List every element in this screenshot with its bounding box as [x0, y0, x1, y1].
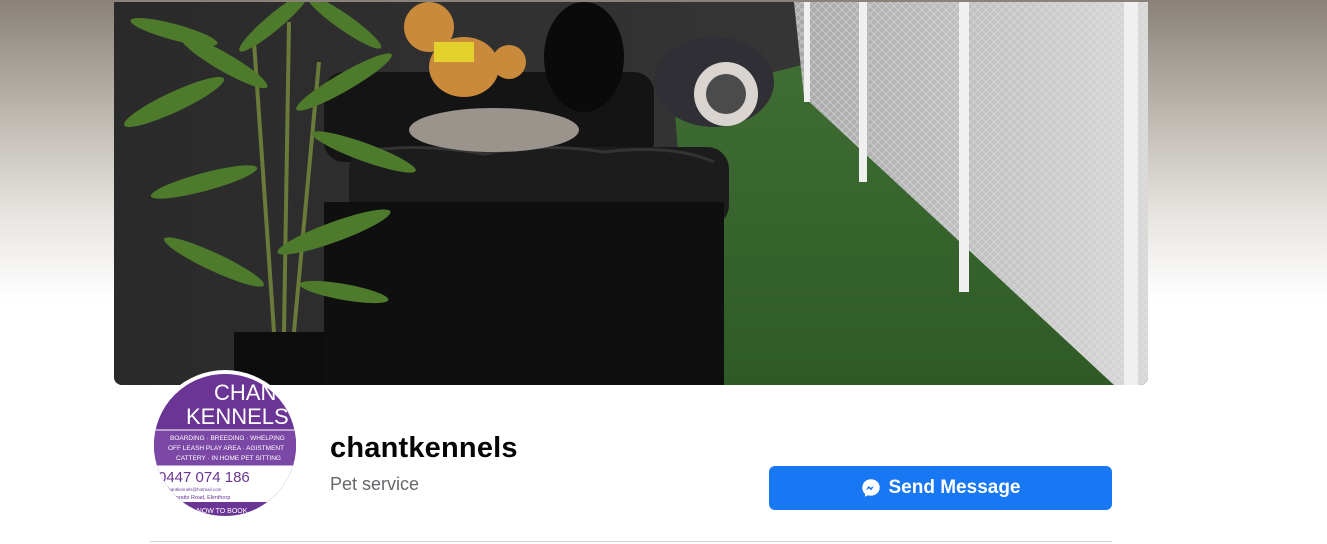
logo-phone: 0447 074 186 — [158, 469, 250, 486]
send-message-label: Send Message — [888, 477, 1021, 498]
page-category[interactable]: Pet service — [330, 474, 419, 495]
cover-photo[interactable] — [114, 2, 1148, 385]
page-header: CHANT KENNELS BOARDING · BREEDING · WHEL… — [0, 0, 1327, 544]
page-title[interactable]: chantkennels — [330, 432, 518, 465]
logo-cta: EMAIL NOW TO BOOK — [174, 508, 248, 515]
profile-picture[interactable]: CHANT KENNELS BOARDING · BREEDING · WHEL… — [150, 370, 300, 520]
logo-address: Spratts Road, Elimthorp — [172, 495, 230, 501]
logo-text-line2: KENNELS — [186, 404, 289, 429]
send-message-button[interactable]: Send Message — [769, 466, 1112, 510]
messenger-icon — [861, 478, 881, 498]
logo-services-line1: BOARDING · BREEDING · WHELPING — [170, 435, 285, 442]
kennels-logo: CHANT KENNELS BOARDING · BREEDING · WHEL… — [154, 374, 296, 516]
header-divider — [150, 541, 1112, 542]
logo-services-line2: OFF LEASH PLAY AREA · AGISTMENT — [168, 445, 284, 452]
logo-email: chantkennels@hotmail.com — [166, 487, 222, 492]
cover-photo-image — [114, 2, 1148, 385]
profile-picture-logo: CHANT KENNELS BOARDING · BREEDING · WHEL… — [154, 374, 296, 516]
logo-services-line3: CATTERY · IN HOME PET SITTING — [176, 455, 281, 462]
